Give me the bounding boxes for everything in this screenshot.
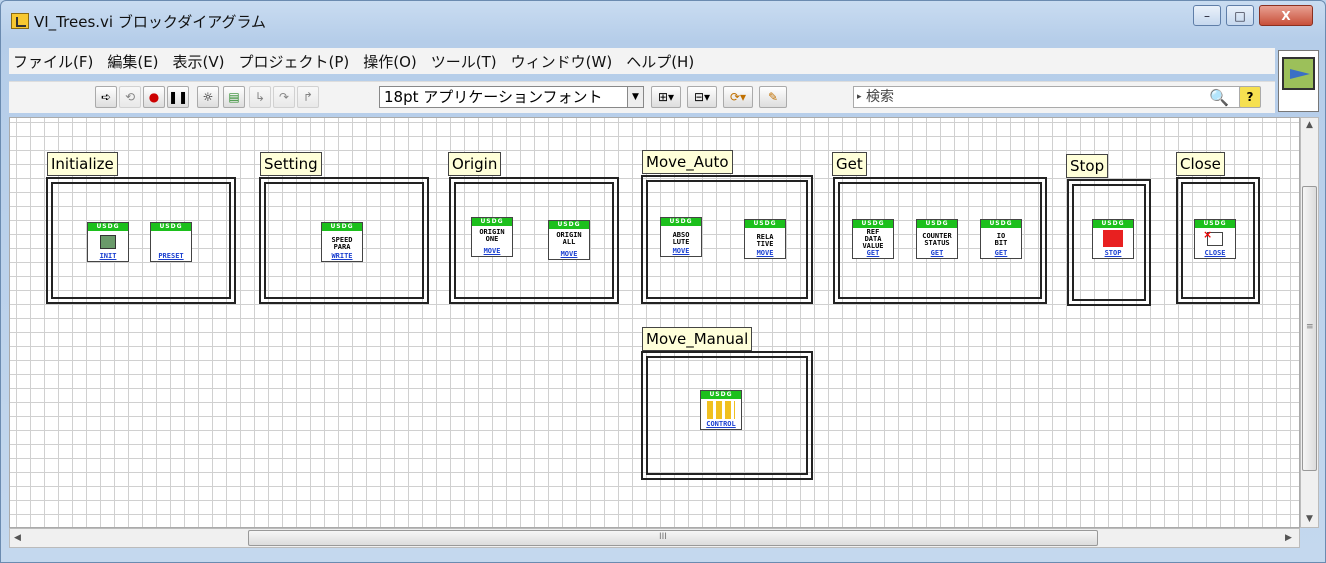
- stop-icon: [1103, 230, 1123, 247]
- align-objects-icon[interactable]: ⊞▾: [651, 86, 681, 108]
- usdg-absolute-move-node[interactable]: USDG ABSO LUTE MOVE: [660, 217, 702, 257]
- run-continuously-icon[interactable]: ⟲: [119, 86, 141, 108]
- title-bar: VI_Trees.vi ブロックダイアグラム – □ X: [1, 1, 1325, 45]
- usdg-close-node[interactable]: USDG × CLOSE: [1194, 219, 1236, 259]
- step-out-icon[interactable]: ↱: [297, 86, 319, 108]
- scroll-down-icon[interactable]: ▼: [1306, 514, 1313, 524]
- retain-wire-values-icon[interactable]: ▤: [223, 86, 245, 108]
- case-label-setting[interactable]: Setting: [260, 152, 322, 176]
- toolbar: ➪ ⟲ ● ❚❚ ☼ ▤ ↳ ↷ ↱ 18pt アプリケーションフォント ▼ ⊞…: [9, 81, 1275, 113]
- vi-icon: [1282, 57, 1315, 90]
- horizontal-scroll-thumb[interactable]: III: [248, 530, 1098, 546]
- case-label-initialize[interactable]: Initialize: [47, 152, 118, 176]
- help-icon[interactable]: ?: [1239, 86, 1261, 108]
- menu-file[interactable]: ファイル(F): [13, 51, 93, 72]
- menu-window[interactable]: ウィンドウ(W): [511, 51, 613, 72]
- usdg-init-node[interactable]: USDG INIT: [87, 222, 129, 262]
- search-placeholder: 検索: [866, 89, 894, 105]
- step-over-icon[interactable]: ↷: [273, 86, 295, 108]
- run-arrow-icon[interactable]: ➪: [95, 86, 117, 108]
- scroll-right-icon[interactable]: ▶: [1285, 533, 1292, 543]
- window-title: VI_Trees.vi ブロックダイアグラム: [34, 13, 267, 31]
- vertical-scroll-thumb[interactable]: ≡: [1302, 186, 1317, 471]
- init-icon: [100, 235, 116, 249]
- usdg-ref-data-value-get-node[interactable]: USDG REF DATA VALUE GET: [852, 219, 894, 259]
- menu-tools[interactable]: ツール(T): [431, 51, 497, 72]
- menu-operate[interactable]: 操作(O): [363, 51, 417, 72]
- font-selector[interactable]: 18pt アプリケーションフォント ▼: [379, 86, 644, 108]
- search-icon[interactable]: 🔍: [1205, 86, 1233, 108]
- horizontal-scrollbar[interactable]: ◀ III ▶: [9, 528, 1300, 548]
- vi-icon-connector-pane[interactable]: [1278, 50, 1319, 112]
- vertical-scrollbar[interactable]: ▲ ≡ ▼: [1300, 117, 1319, 528]
- usdg-stop-node[interactable]: USDG STOP: [1092, 219, 1134, 259]
- maximize-button[interactable]: □: [1226, 5, 1254, 26]
- font-selector-value: 18pt アプリケーションフォント: [384, 88, 603, 106]
- status-bar: [1, 548, 1325, 562]
- menu-edit[interactable]: 編集(E): [107, 51, 158, 72]
- menu-help[interactable]: ヘルプ(H): [626, 51, 694, 72]
- usdg-control-node[interactable]: USDG CONTROL: [700, 390, 742, 430]
- labview-icon: [11, 13, 29, 29]
- close-document-icon: ×: [1203, 228, 1223, 246]
- menu-project[interactable]: プロジェクト(P): [239, 51, 350, 72]
- usdg-io-bit-get-node[interactable]: USDG IO BIT GET: [980, 219, 1022, 259]
- highlight-execution-icon[interactable]: ☼: [197, 86, 219, 108]
- scroll-up-icon[interactable]: ▲: [1306, 120, 1313, 130]
- abort-icon[interactable]: ●: [143, 86, 165, 108]
- reorder-icon[interactable]: ⟳▾: [723, 86, 753, 108]
- labview-window: VI_Trees.vi ブロックダイアグラム – □ X ファイル(F) 編集(…: [0, 0, 1326, 563]
- step-into-icon[interactable]: ↳: [249, 86, 271, 108]
- case-label-stop[interactable]: Stop: [1066, 154, 1109, 178]
- minimize-button[interactable]: –: [1193, 5, 1221, 26]
- case-label-move-manual[interactable]: Move_Manual: [642, 327, 753, 351]
- case-label-get[interactable]: Get: [832, 152, 867, 176]
- case-label-move-auto[interactable]: Move_Auto: [642, 150, 733, 174]
- scroll-left-icon[interactable]: ◀: [14, 533, 21, 543]
- usdg-preset-node[interactable]: USDG PRESET: [150, 222, 192, 262]
- control-panel-icon: [707, 401, 735, 419]
- usdg-origin-all-move-node[interactable]: USDG ORIGIN ALL MOVE: [548, 220, 590, 260]
- case-label-close[interactable]: Close: [1176, 152, 1225, 176]
- block-diagram-canvas[interactable]: Initialize USDG INIT USDG PRESET Setting…: [9, 117, 1300, 528]
- usdg-origin-one-move-node[interactable]: USDG ORIGIN ONE MOVE: [471, 217, 513, 257]
- close-button[interactable]: X: [1259, 5, 1313, 26]
- distribute-objects-icon[interactable]: ⊟▾: [687, 86, 717, 108]
- chevron-down-icon[interactable]: ▼: [627, 87, 643, 107]
- case-label-origin[interactable]: Origin: [448, 152, 502, 176]
- usdg-speed-para-write-node[interactable]: USDG SPEED PARA WRITE: [321, 222, 363, 262]
- search-input[interactable]: ▸ 検索: [853, 86, 1249, 108]
- usdg-counter-status-get-node[interactable]: USDG COUNTER STATUS GET: [916, 219, 958, 259]
- usdg-relative-move-node[interactable]: USDG RELA TIVE MOVE: [744, 219, 786, 259]
- cleanup-diagram-icon[interactable]: ✎: [759, 86, 787, 108]
- pause-icon[interactable]: ❚❚: [167, 86, 189, 108]
- case-structure-initialize[interactable]: [46, 177, 236, 304]
- menu-bar: ファイル(F) 編集(E) 表示(V) プロジェクト(P) 操作(O) ツール(…: [9, 48, 1275, 74]
- menu-view[interactable]: 表示(V): [173, 51, 225, 72]
- search-scope-icon[interactable]: ▸: [857, 87, 862, 107]
